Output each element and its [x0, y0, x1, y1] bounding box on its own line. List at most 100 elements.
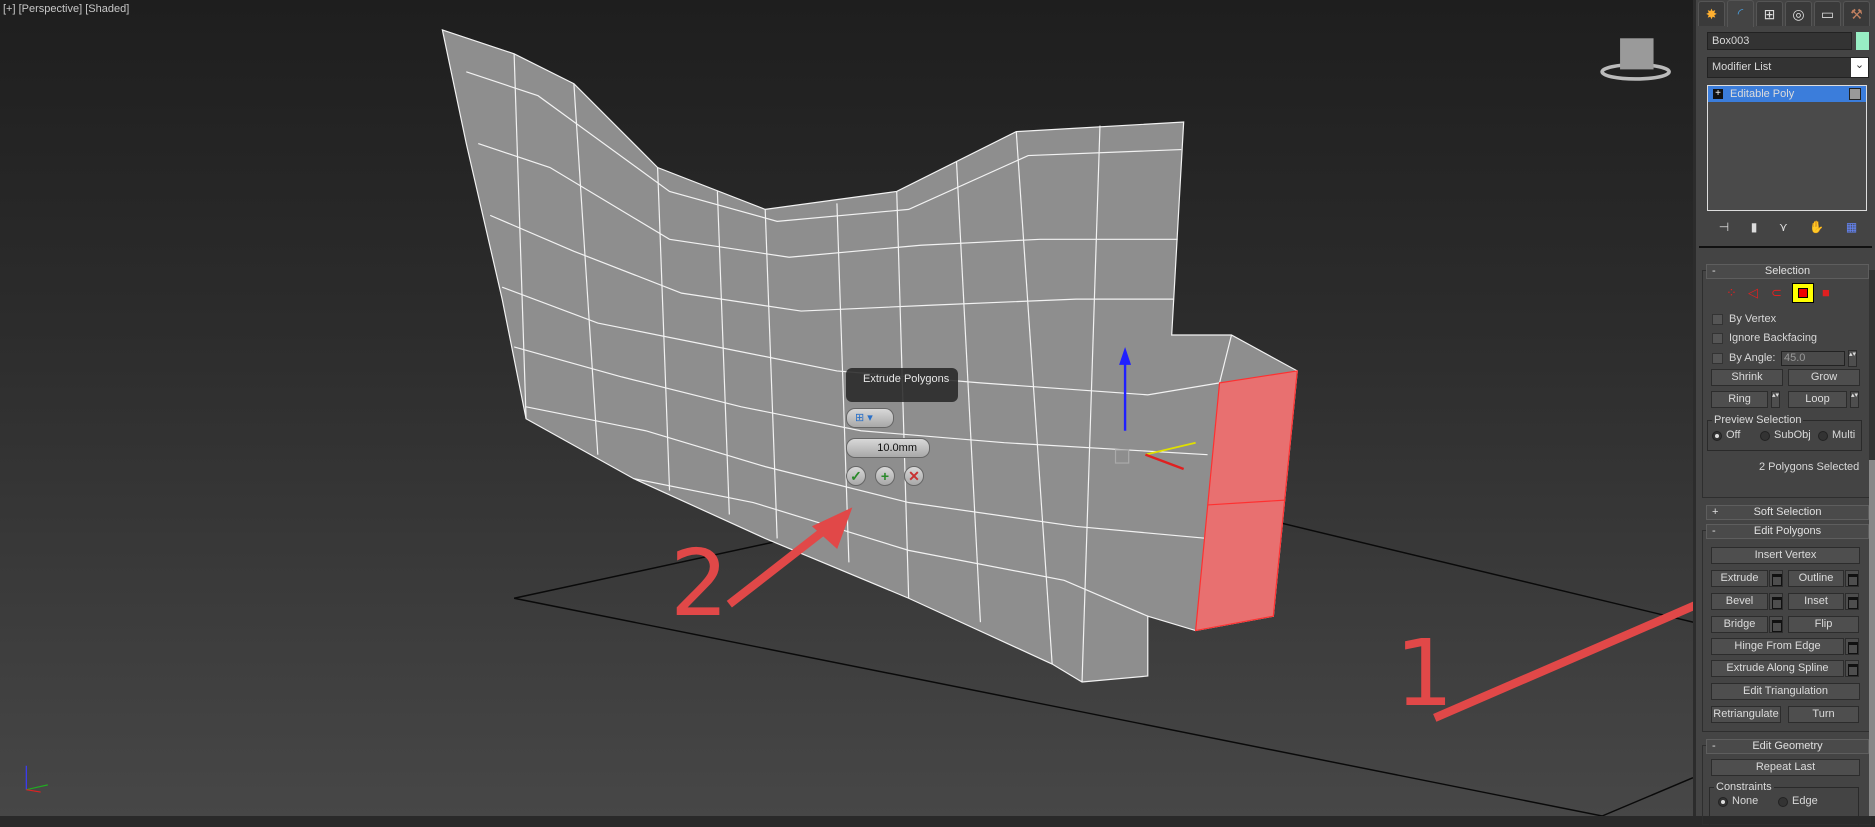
expand-icon: +: [1712, 506, 1719, 518]
by-angle-checkbox[interactable]: [1712, 353, 1723, 364]
bridge-button[interactable]: Bridge: [1711, 616, 1768, 633]
tab-motion[interactable]: ◎: [1785, 1, 1812, 26]
retriangulate-button[interactable]: Retriangulate: [1711, 706, 1781, 723]
rollout-title: Soft Selection: [1753, 506, 1822, 518]
annotation-number-2: 2: [670, 530, 729, 637]
pin-stack-icon[interactable]: ⊣: [1719, 220, 1729, 234]
selection-rollout-header[interactable]: - Selection: [1706, 264, 1869, 279]
annotation-number-1: 1: [1395, 620, 1454, 727]
border-level-icon[interactable]: ⊂: [1771, 285, 1782, 301]
apply-continue-button[interactable]: +: [875, 466, 895, 486]
stack-item-editable-poly[interactable]: + Editable Poly: [1708, 86, 1866, 102]
outline-settings-button[interactable]: [1845, 570, 1859, 587]
radio-label: Multi: [1832, 429, 1856, 441]
extrude-spline-settings-button[interactable]: [1845, 660, 1859, 677]
radio-label: Edge: [1792, 795, 1818, 807]
hierarchy-icon: ⊞: [1763, 6, 1776, 22]
preview-off-radio[interactable]: [1712, 431, 1722, 441]
perspective-viewport[interactable]: [+] [Perspective] [Shaded] 2 1 Extrude P…: [0, 0, 1693, 816]
loop-spinner[interactable]: ▴▾: [1850, 391, 1859, 408]
turn-button[interactable]: Turn: [1788, 706, 1859, 723]
ring-button[interactable]: Ring: [1711, 391, 1768, 408]
cancel-button[interactable]: ✕: [904, 466, 924, 486]
collapse-icon: -: [1712, 740, 1716, 752]
object-name-field[interactable]: Box003: [1707, 32, 1852, 50]
preview-multi-radio[interactable]: [1818, 431, 1828, 441]
hinge-from-edge-button[interactable]: Hinge From Edge: [1711, 638, 1844, 655]
ok-button[interactable]: ✓: [846, 466, 866, 486]
shrink-button[interactable]: Shrink: [1711, 369, 1783, 386]
angle-field[interactable]: 45.0: [1781, 351, 1845, 366]
modifier-list-dropdown[interactable]: Modifier List ⌄: [1707, 57, 1869, 78]
ignore-backfacing-label: Ignore Backfacing: [1729, 332, 1818, 344]
tab-display[interactable]: ▭: [1814, 1, 1841, 26]
modifier-stack: + Editable Poly: [1707, 85, 1867, 211]
stack-toolbar: ⊣ ▮ ⋎ ✋ ▦: [1708, 220, 1868, 234]
show-end-result-icon[interactable]: ▮: [1751, 220, 1758, 234]
tab-hierarchy[interactable]: ⊞: [1756, 1, 1783, 26]
bevel-button[interactable]: Bevel: [1711, 593, 1768, 610]
edit-triangulation-button[interactable]: Edit Triangulation: [1711, 683, 1860, 700]
grow-button[interactable]: Grow: [1788, 369, 1860, 386]
extrude-height-value[interactable]: 10.0mm: [877, 442, 917, 454]
tab-create[interactable]: ✸: [1698, 1, 1725, 26]
polygon-level-icon[interactable]: [1792, 283, 1814, 303]
insert-vertex-button[interactable]: Insert Vertex: [1711, 547, 1860, 564]
loop-button[interactable]: Loop: [1788, 391, 1847, 408]
flip-button[interactable]: Flip: [1788, 616, 1859, 633]
by-vertex-checkbox[interactable]: [1712, 314, 1723, 325]
bevel-settings-button[interactable]: [1769, 593, 1783, 610]
preview-subobj-radio[interactable]: [1760, 431, 1770, 441]
make-unique-icon[interactable]: ⋎: [1779, 220, 1788, 234]
extrude-button[interactable]: Extrude: [1711, 570, 1768, 587]
constraint-edge-radio[interactable]: [1778, 797, 1788, 807]
extrude-height-field[interactable]: 10.0mm: [846, 438, 930, 458]
rollout-title: Edit Geometry: [1752, 740, 1823, 752]
configure-modifier-sets-icon[interactable]: ▦: [1846, 220, 1857, 234]
radio-label: Off: [1726, 429, 1741, 441]
light-bulb-toggle[interactable]: [1849, 88, 1861, 100]
view-cube[interactable]: [1600, 38, 1671, 81]
edit-polygons-header[interactable]: - Edit Polygons: [1706, 524, 1869, 539]
inset-button[interactable]: Inset: [1788, 593, 1844, 610]
subobject-levels: ⁘ ◁ ⊂ ■: [1726, 283, 1866, 305]
expand-icon[interactable]: +: [1713, 89, 1723, 99]
repeat-last-button[interactable]: Repeat Last: [1711, 759, 1860, 776]
selection-status: 2 Polygons Selected: [1759, 461, 1860, 473]
preview-selection-group: Preview Selection Off SubObj Multi: [1707, 414, 1862, 451]
command-panel: ✸ ◜ ⊞ ◎ ▭ ⚒ Box003 Modifier List ⌄ + Edit…: [1693, 0, 1875, 827]
tab-utilities[interactable]: ⚒: [1843, 1, 1870, 26]
collapse-icon: -: [1712, 525, 1716, 537]
radio-label: None: [1732, 795, 1759, 807]
ignore-backfacing-checkbox[interactable]: [1712, 333, 1723, 344]
panel-scrollbar[interactable]: [1869, 270, 1875, 816]
axis-tripod: [25, 765, 48, 793]
bridge-settings-button[interactable]: [1769, 616, 1783, 633]
extrude-along-spline-button[interactable]: Extrude Along Spline: [1711, 660, 1844, 677]
tab-modify[interactable]: ◜: [1727, 0, 1754, 27]
constraints-group: Constraints None Edge: [1709, 781, 1859, 827]
remove-modifier-icon[interactable]: ✋: [1809, 220, 1824, 234]
element-level-icon[interactable]: ■: [1822, 285, 1830, 300]
divider: [1699, 246, 1872, 248]
chevron-down-icon: ⌄: [1851, 58, 1868, 77]
hinge-settings-button[interactable]: [1845, 638, 1859, 655]
constraint-none-radio[interactable]: [1718, 797, 1728, 807]
vertex-level-icon[interactable]: ⁘: [1726, 285, 1737, 301]
edge-level-icon[interactable]: ◁: [1748, 285, 1758, 301]
extrude-settings-button[interactable]: [1769, 570, 1783, 587]
outline-button[interactable]: Outline: [1788, 570, 1844, 587]
motion-icon: ◎: [1792, 6, 1805, 22]
angle-spinner[interactable]: ▴▾: [1848, 350, 1857, 367]
inset-settings-button[interactable]: [1845, 593, 1859, 610]
extrude-type-dropdown[interactable]: ⊞ ▾: [846, 408, 894, 428]
group-title: Preview Selection: [1712, 414, 1804, 426]
stack-item-label: Editable Poly: [1730, 88, 1795, 100]
ring-spinner[interactable]: ▴▾: [1771, 391, 1780, 408]
edit-geometry-header[interactable]: - Edit Geometry: [1706, 739, 1869, 754]
soft-selection-header[interactable]: + Soft Selection: [1706, 505, 1869, 520]
viewport-label[interactable]: [+] [Perspective] [Shaded]: [3, 3, 129, 15]
mesh[interactable]: [441, 29, 1298, 683]
object-color-swatch[interactable]: [1856, 32, 1869, 50]
modifier-list-label: Modifier List: [1712, 61, 1772, 73]
